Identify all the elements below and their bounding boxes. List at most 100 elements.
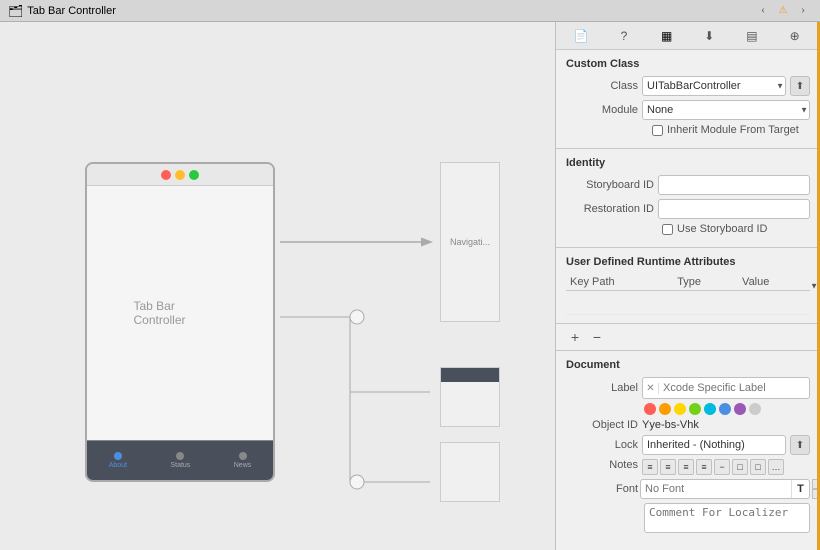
scene-box-bottom [440,442,500,502]
lock-select[interactable]: Inherited - (Nothing) [642,435,786,455]
restoration-id-input[interactable] [658,199,810,219]
lock-select-btn[interactable]: ⬆ [790,435,810,455]
add-runtime-btn[interactable]: + [566,328,584,346]
notes-more-btn[interactable]: … [768,459,784,475]
canvas-area: Tab Bar Controller About Status News Nav [0,22,555,550]
lock-label: Lock [566,439,638,451]
tab-dot-status [176,452,184,460]
font-row: Font T ▲ ▼ [566,479,810,499]
panel-toolbar: 📄 ? ▦ ⬇ ▤ ⊕ [556,22,820,50]
color-dot-red[interactable] [644,403,656,415]
iphone-body: Tab Bar Controller [87,186,273,440]
module-select-wrapper: None ▼ [642,100,810,120]
storyboard-id-row: Storyboard ID tabbar [566,175,810,195]
notes-box-btn1[interactable]: □ [732,459,748,475]
window-minimize-dot [175,170,185,180]
color-dot-orange[interactable] [659,403,671,415]
comment-input[interactable] [644,503,810,533]
identity-title: Identity [566,157,810,169]
col-value: Value [738,274,810,291]
lock-row: Lock Inherited - (Nothing) ▼ ⬆ [566,435,810,455]
color-dot-cyan[interactable] [704,403,716,415]
class-select-wrapper: UITabBarController ▼ [642,76,786,96]
class-row: Class UITabBarController ▼ ⬆ [566,76,810,96]
lock-select-wrapper: Inherited - (Nothing) ▼ [642,435,786,455]
color-dot-yellow[interactable] [674,403,686,415]
notes-justify-btn[interactable]: ≡ [696,459,712,475]
storyboard-id-label: Storyboard ID [566,179,654,191]
class-select-btn[interactable]: ⬆ [790,76,810,96]
color-row [566,403,810,415]
class-label: Class [566,80,638,92]
tab-label-news: News [234,462,252,469]
font-T-btn[interactable]: T [791,480,809,498]
remove-runtime-btn[interactable]: − [588,328,606,346]
color-dot-blue[interactable] [719,403,731,415]
color-dot-green[interactable] [689,403,701,415]
notes-toolbar: ≡ ≡ ≡ ≡ − □ □ … [642,459,784,475]
iphone-tab-bar: About Status News [87,440,273,480]
use-storyboard-label: Use Storyboard ID [677,223,767,235]
font-input-wrapper: T [640,479,810,499]
nav-warning-icon: ⚠ [774,2,792,20]
window-title: Tab Bar Controller [27,5,116,17]
notes-align-left-btn[interactable]: ≡ [642,459,658,475]
title-bar-nav: ‹ ⚠ › [754,2,812,20]
scene-top-bar [441,368,499,382]
nav-controller-label: Navigati... [450,237,490,247]
panel-tool-add-icon[interactable]: ⊕ [784,25,806,47]
label-field-label: Label [566,382,638,394]
nav-forward-btn[interactable]: › [794,2,812,20]
notes-align-center-btn[interactable]: ≡ [660,459,676,475]
window-close-dot [161,170,171,180]
tab-item-news: News [234,452,252,469]
storyboard-id-input[interactable]: tabbar [658,175,810,195]
col-type: Type [673,274,738,291]
nav-controller-box: Navigati... [440,162,500,322]
runtime-empty-row [566,291,810,315]
nav-back-btn[interactable]: ‹ [754,2,772,20]
tab-item-status: Status [170,452,190,469]
panel-tool-down-icon[interactable]: ⬇ [698,25,720,47]
module-label: Module [566,104,638,116]
class-select[interactable]: UITabBarController [642,76,786,96]
runtime-attrs-section: User Defined Runtime Attributes Key Path… [556,248,820,324]
font-label: Font [566,483,638,495]
panel-tool-identity-icon[interactable]: ▦ [656,25,678,47]
panel-tool-help-icon[interactable]: ? [613,25,635,47]
tab-bar-controller-label: Tab Bar Controller [134,299,227,327]
color-dot-purple[interactable] [734,403,746,415]
tab-label-about: About [109,462,127,469]
label-input[interactable] [659,378,809,398]
font-input[interactable] [641,483,791,495]
color-dot-gray[interactable] [749,403,761,415]
panel-tool-file-icon[interactable]: 📄 [570,25,592,47]
title-bar: 🗂 Tab Bar Controller ‹ ⚠ › [0,0,820,22]
use-storyboard-checkbox[interactable] [662,224,673,235]
notes-dash-btn[interactable]: − [714,459,730,475]
module-select[interactable]: None [642,100,810,120]
tab-label-status: Status [170,462,190,469]
main-area: Tab Bar Controller About Status News Nav [0,22,820,550]
restoration-id-label: Restoration ID [566,203,654,215]
notes-label: Notes [566,459,638,471]
restoration-id-row: Restoration ID [566,199,810,219]
right-panel: 📄 ? ▦ ⬇ ▤ ⊕ Custom Class Class UITabBarC… [555,22,820,550]
inherit-module-row: Inherit Module From Target [566,124,810,136]
tab-item-about: About [109,452,127,469]
inherit-module-checkbox[interactable] [652,125,663,136]
module-row: Module None ▼ [566,100,810,120]
label-row: Label ✕ [566,377,810,399]
panel-tool-list-icon[interactable]: ▤ [741,25,763,47]
notes-align-right-btn[interactable]: ≡ [678,459,694,475]
runtime-attrs-title: User Defined Runtime Attributes [566,256,810,268]
use-storyboard-row: Use Storyboard ID [566,223,810,235]
col-key-path: Key Path [566,274,673,291]
custom-class-title: Custom Class [566,58,810,70]
tab-dot-about [114,452,122,460]
iphone-mockup: Tab Bar Controller About Status News [85,162,275,482]
iphone-top-bar [87,164,273,186]
notes-box-btn2[interactable]: □ [750,459,766,475]
label-x-btn[interactable]: ✕ [643,383,659,394]
custom-class-section: Custom Class Class UITabBarController ▼ … [556,50,820,149]
